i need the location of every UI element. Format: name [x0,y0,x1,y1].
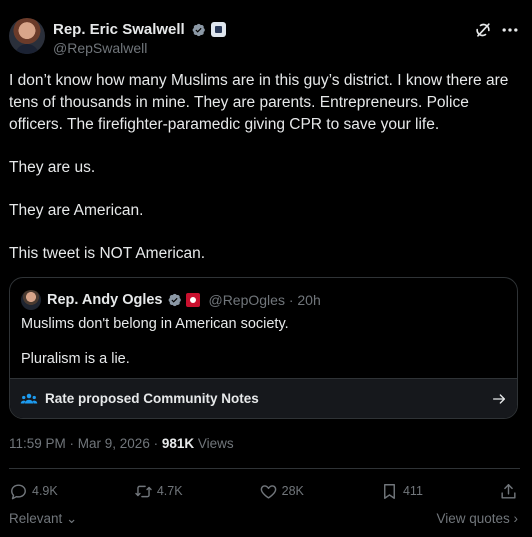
quoted-tweet-body: Muslims don't belong in American society… [21,315,501,368]
share-button[interactable] [499,482,518,501]
bookmark-icon [384,483,395,499]
quoted-tweet[interactable]: Rep. Andy Ogles @RepOgles · 20h Muslims … [9,277,518,419]
government-badge-icon [210,22,226,37]
tweet-timestamp[interactable]: 11:59 PM · Mar 9, 2026 · [9,436,162,451]
view-quotes-link[interactable]: View quotes › [436,511,518,527]
chevron-down-icon: ⌄ [62,511,78,526]
repost-button[interactable]: 4.7K [134,482,183,501]
like-count: 28K [281,484,304,498]
share-icon [501,483,516,499]
action-bar: 4.9K 4.7K 28K 411 [9,480,518,502]
tweet-header: Rep. Eric Swalwell @RepSwalwell [9,18,520,60]
more-options-icon[interactable] [500,20,520,40]
chevron-right-icon: › [509,511,519,526]
verified-badge-icon [192,23,205,36]
sort-label: Relevant [9,511,63,526]
reply-icon [11,483,26,499]
tweet-metadata: 11:59 PM · Mar 9, 2026 · 981K Views [9,436,234,451]
divider [9,468,520,469]
author-handle[interactable]: @RepSwalwell [53,40,147,56]
view-count: 981K [161,436,195,451]
author-avatar[interactable] [9,18,45,54]
tweet-paragraph: They are American. [9,202,144,219]
quoted-author-name: Rep. Andy Ogles [47,292,163,308]
bookmark-count: 411 [402,484,423,498]
view-quotes-label: View quotes [436,511,510,526]
tweet-body: I don’t know how many Muslims are in thi… [9,70,519,265]
verified-badge-icon [169,293,182,307]
bookmark-button[interactable]: 411 [380,482,423,501]
grok-icon[interactable] [473,20,493,40]
community-notes-bar[interactable]: Rate proposed Community Notes [10,378,517,418]
quoted-tweet-line: Muslims don't belong in American society… [21,316,289,332]
author-name[interactable]: Rep. Eric Swalwell [53,21,185,38]
tweet-footer: Relevant ⌄ View quotes › [9,511,518,527]
repost-icon [135,485,152,497]
quoted-author-avatar [21,290,41,310]
quoted-tweet-line: Pluralism is a lie. [21,351,130,367]
author-name-row: Rep. Eric Swalwell [53,21,226,38]
tweet-paragraph: I don’t know how many Muslims are in thi… [9,72,509,133]
tweet-paragraph: This tweet is NOT American. [9,245,206,262]
reply-button[interactable]: 4.9K [9,482,58,501]
views-label: Views [194,436,234,451]
heart-icon [260,484,276,499]
community-notes-icon [20,393,38,403]
reply-count: 4.9K [32,484,58,498]
quoted-tweet-header: Rep. Andy Ogles @RepOgles · 20h [21,290,321,310]
sort-dropdown[interactable]: Relevant ⌄ [9,511,77,527]
arrow-right-icon [493,393,505,404]
like-button[interactable]: 28K [259,482,304,501]
repost-count: 4.7K [156,484,183,498]
tweet-paragraph: They are us. [9,159,96,176]
quoted-author-handle-time: @RepOgles · 20h [208,292,321,308]
community-notes-label: Rate proposed Community Notes [45,391,259,406]
party-badge-icon [186,293,201,307]
